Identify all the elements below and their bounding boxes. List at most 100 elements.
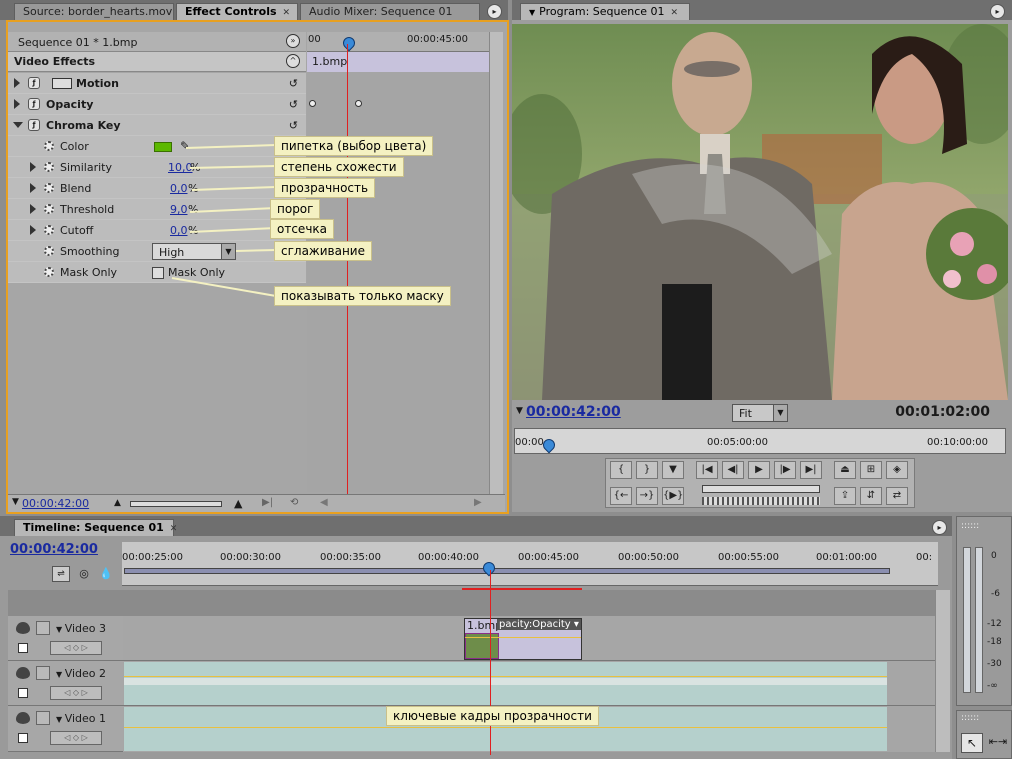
callout-threshold: порог bbox=[270, 199, 321, 219]
step-back-start-icon[interactable]: |◀ bbox=[696, 461, 718, 479]
opacity-rubber-band[interactable] bbox=[124, 676, 887, 677]
program-tab-bar: ▼ Program: Sequence 01 ✕ ▸ bbox=[512, 0, 1012, 20]
export-frame-icon[interactable]: ⇄ bbox=[886, 487, 908, 505]
go-to-out-icon[interactable]: →} bbox=[636, 487, 658, 505]
ruler-label: 00:00:45:00 bbox=[518, 552, 580, 563]
program-current-timecode[interactable]: 00:00:42:00 bbox=[526, 404, 621, 420]
timeline-current-timecode[interactable]: 00:00:42:00 bbox=[10, 542, 98, 557]
ruler-label: 00:00:50:00 bbox=[618, 552, 680, 563]
keyframe-toggle-icon[interactable]: 💧 bbox=[98, 567, 114, 583]
display-style-icon[interactable] bbox=[18, 688, 28, 698]
extract-icon[interactable]: ⇪ bbox=[834, 487, 856, 505]
ruler-label: 00:00:55:00 bbox=[718, 552, 780, 563]
output-icon[interactable]: ◈ bbox=[886, 461, 908, 479]
callout-keyframes: ключевые кадры прозрачности bbox=[386, 706, 599, 726]
opacity-rubber-band[interactable] bbox=[124, 727, 887, 728]
transport-controls: { } ▼ |◀ ◀| ▶ |▶ ▶| ⏏ ⊞ ◈ {← →} {▶} ⇪ ⇵ … bbox=[605, 458, 915, 508]
snap-icon[interactable]: ⇌ bbox=[52, 566, 70, 582]
meter-scale-label: -18 bbox=[987, 637, 1002, 647]
mark-out-icon[interactable]: } bbox=[636, 461, 658, 479]
lift-icon[interactable]: ⏏ bbox=[834, 461, 856, 479]
play-in-to-out-icon[interactable]: {▶} bbox=[662, 487, 684, 505]
safe-margins-icon[interactable]: ⊞ bbox=[860, 461, 882, 479]
ruler-label: 00:00:35:00 bbox=[320, 552, 382, 563]
track-spacer bbox=[8, 590, 935, 616]
work-area-bar[interactable] bbox=[124, 568, 890, 574]
program-duration: 00:01:02:00 bbox=[895, 404, 990, 420]
program-video-frame[interactable] bbox=[512, 24, 1008, 400]
mark-in-icon[interactable]: { bbox=[610, 461, 632, 479]
track-select-tool-icon[interactable]: ⇤⇥ bbox=[987, 733, 1009, 753]
keyframe-nav[interactable]: ◁ ◇ ▷ bbox=[50, 641, 102, 655]
marker-icon[interactable]: ◎ bbox=[76, 567, 92, 583]
callout-blend: прозрачность bbox=[274, 178, 376, 198]
keyframe-nav[interactable]: ◁ ◇ ▷ bbox=[50, 731, 102, 745]
tab-program[interactable]: ▼ Program: Sequence 01 ✕ bbox=[520, 3, 690, 20]
ruler-label: 00: bbox=[916, 552, 933, 563]
clip-video-2[interactable] bbox=[124, 662, 887, 705]
panel-menu-icon[interactable]: ▸ bbox=[990, 4, 1005, 19]
timeline-tab-bar: Timeline: Sequence 01 ✕ ▸ bbox=[0, 516, 952, 536]
display-style-icon[interactable] bbox=[18, 643, 28, 653]
chevron-down-icon: ▼ bbox=[56, 715, 65, 724]
clip-effect-dropdown[interactable]: pacity:Opacity ▾ bbox=[497, 619, 581, 630]
timeline-ruler[interactable]: 00:00:25:00 00:00:30:00 00:00:35:00 00:0… bbox=[122, 542, 938, 586]
meter-scale-label: -12 bbox=[987, 619, 1002, 629]
jog-wheel[interactable] bbox=[702, 497, 820, 505]
track-header-video-1[interactable]: ▼ Video 1 ◁ ◇ ▷ bbox=[8, 706, 123, 752]
playhead-icon: ▼ bbox=[516, 406, 523, 416]
meter-scale-label: -∞ bbox=[987, 681, 998, 691]
opacity-rubber-band[interactable] bbox=[465, 637, 581, 638]
trim-icon[interactable]: ⇵ bbox=[860, 487, 882, 505]
callout-similarity: степень схожести bbox=[274, 157, 404, 177]
panel-grip-icon[interactable]: :::::: bbox=[961, 713, 979, 723]
zoom-select-value: Fit bbox=[739, 407, 752, 420]
callout-color: пипетка (выбор цвета) bbox=[274, 136, 434, 156]
keyframe-nav[interactable]: ◁ ◇ ▷ bbox=[50, 686, 102, 700]
step-back-icon[interactable]: ◀| bbox=[722, 461, 744, 479]
lock-toggle[interactable] bbox=[36, 711, 50, 725]
ruler-label: 00:10:00:00 bbox=[927, 437, 989, 448]
timeline-playhead-line bbox=[490, 570, 491, 755]
meter-scale-label: -6 bbox=[991, 589, 1000, 599]
ruler-label: 00:00:25:00 bbox=[122, 552, 184, 563]
callout-mask: показывать только маску bbox=[274, 286, 451, 306]
set-marker-icon[interactable]: ▼ bbox=[662, 461, 684, 479]
chevron-down-icon: ▼ bbox=[773, 405, 787, 421]
program-ruler[interactable]: 00:00 00:05:00:00 00:10:00:00 bbox=[514, 428, 1006, 454]
audio-meter-panel: :::::: 0 -6 -12 -18 -30 -∞ bbox=[956, 516, 1012, 706]
track-name: ▼ Video 1 bbox=[56, 712, 107, 725]
callout-cutoff: отсечка bbox=[270, 219, 335, 239]
shuttle-slider[interactable] bbox=[702, 485, 820, 493]
tab-timeline[interactable]: Timeline: Sequence 01 ✕ bbox=[14, 519, 177, 536]
display-style-icon[interactable] bbox=[18, 733, 28, 743]
lock-toggle[interactable] bbox=[36, 621, 50, 635]
close-icon[interactable]: ✕ bbox=[170, 521, 178, 537]
eye-icon[interactable] bbox=[16, 712, 30, 724]
step-forward-end-icon[interactable]: ▶| bbox=[800, 461, 822, 479]
track-name: ▼ Video 3 bbox=[56, 622, 107, 635]
meter-scale-label: -30 bbox=[987, 659, 1002, 669]
track-header-video-2[interactable]: ▼ Video 2 ◁ ◇ ▷ bbox=[8, 661, 123, 706]
ruler-label: 00:05:00:00 bbox=[707, 437, 769, 448]
chevron-down-icon: ▼ bbox=[56, 625, 65, 634]
panel-menu-icon[interactable]: ▸ bbox=[932, 520, 947, 535]
clip-band bbox=[124, 678, 887, 685]
timeline-scrollbar[interactable] bbox=[935, 590, 950, 752]
go-to-in-icon[interactable]: {← bbox=[610, 487, 632, 505]
program-time-row: ▼ 00:00:42:00 Fit ▼ 00:01:02:00 bbox=[512, 402, 1008, 424]
ruler-label: 00:01:00:00 bbox=[816, 552, 878, 563]
lock-toggle[interactable] bbox=[36, 666, 50, 680]
step-forward-icon[interactable]: |▶ bbox=[774, 461, 796, 479]
tools-panel: :::::: ↖ ⇤⇥ bbox=[956, 710, 1012, 759]
zoom-select[interactable]: Fit ▼ bbox=[732, 404, 788, 422]
clip-1-bmp[interactable]: 1.bmp pacity:Opacity ▾ bbox=[464, 618, 582, 660]
eye-icon[interactable] bbox=[16, 667, 30, 679]
panel-grip-icon[interactable]: :::::: bbox=[961, 521, 979, 531]
chevron-down-icon: ▼ bbox=[529, 8, 536, 17]
track-header-video-3[interactable]: ▼ Video 3 ◁ ◇ ▷ bbox=[8, 616, 123, 661]
selection-tool-icon[interactable]: ↖ bbox=[961, 733, 983, 753]
play-icon[interactable]: ▶ bbox=[748, 461, 770, 479]
close-icon[interactable]: ✕ bbox=[671, 5, 679, 21]
eye-icon[interactable] bbox=[16, 622, 30, 634]
